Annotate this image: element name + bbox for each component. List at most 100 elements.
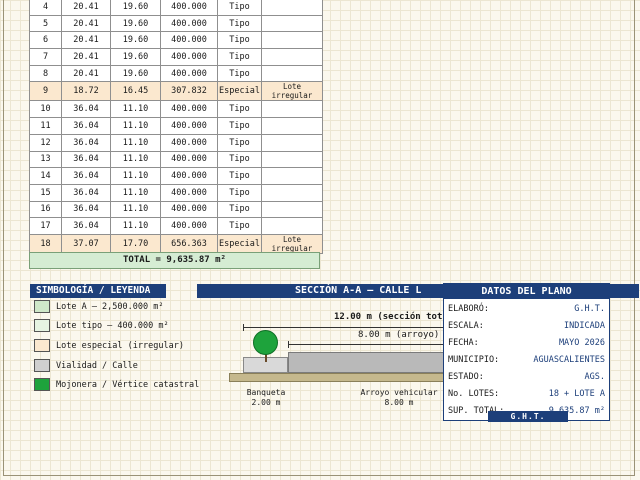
row-value: AGS.	[584, 372, 605, 382]
lot-area: 400.000	[160, 150, 218, 169]
lot-type: Tipo	[217, 183, 262, 202]
lot-notes: Lote irregular	[261, 233, 323, 254]
lot-notes	[261, 117, 323, 135]
table-row: 10 36.04 11.10 400.000 Tipo	[29, 100, 323, 119]
lot-type: Tipo	[217, 167, 262, 185]
legend-label: Lote especial (irregular)	[56, 341, 184, 351]
plan-data-row: ESCALA: INDICADA	[444, 318, 609, 335]
arroyo-label: Arroyo vehicular	[360, 388, 438, 397]
lot-number: 9	[29, 81, 62, 102]
legend-swatch	[34, 319, 50, 332]
table-row: 4 20.41 19.60 400.000 Tipo	[29, 0, 323, 16]
banqueta-caption: Banqueta 2.00 m	[240, 388, 292, 408]
row-key: ESTADO:	[448, 372, 484, 382]
lots-table: 4 20.41 19.60 400.000 Tipo 5 20.41 19.60 400.000…	[29, 0, 323, 254]
lot-front: 20.41	[61, 14, 111, 33]
legend-swatch	[34, 339, 50, 352]
lot-type: Tipo	[217, 0, 262, 16]
lot-notes	[261, 150, 323, 169]
lot-front: 18.72	[61, 81, 111, 102]
row-value: MAYO 2026	[558, 338, 605, 348]
row-key: MUNICIPIO:	[448, 355, 500, 365]
plan-data-row: ELABORÓ: G.H.T.	[444, 301, 609, 318]
lot-depth: 11.10	[110, 217, 161, 235]
arroyo-caption: Arroyo vehicular 8.00 m	[358, 388, 440, 408]
row-value: INDICADA	[564, 321, 605, 331]
lot-number: 12	[29, 133, 62, 152]
table-row: 16 36.04 11.10 400.000 Tipo	[29, 200, 323, 219]
lot-type: Tipo	[217, 64, 262, 83]
lot-area: 400.000	[160, 14, 218, 33]
lot-area: 400.000	[160, 217, 218, 235]
lot-depth: 11.10	[110, 100, 161, 119]
lot-front: 36.04	[61, 100, 111, 119]
lot-front: 36.04	[61, 167, 111, 185]
table-row: 11 36.04 11.10 400.000 Tipo	[29, 117, 323, 135]
lot-number: 8	[29, 64, 62, 83]
row-value: G.H.T.	[574, 304, 605, 314]
section-title-text: SECCIÓN A-A — CALLE L	[295, 285, 422, 296]
lot-type: Tipo	[217, 117, 262, 135]
table-row: 7 20.41 19.60 400.000 Tipo	[29, 48, 323, 66]
lot-area: 400.000	[160, 0, 218, 16]
tree-icon	[253, 330, 278, 355]
legend-label: Lote A — 2,500.000 m²	[56, 302, 164, 312]
lot-area: 307.832	[160, 81, 218, 102]
lot-number: 18	[29, 233, 62, 254]
road	[288, 352, 448, 373]
plan-data-row: ESTADO: AGS.	[444, 369, 609, 386]
lot-area: 400.000	[160, 117, 218, 135]
lot-number: 4	[29, 0, 62, 16]
lot-front: 36.04	[61, 183, 111, 202]
lot-type: Tipo	[217, 100, 262, 119]
plan-data-title: DATOS DEL PLANO	[444, 284, 609, 299]
lot-notes	[261, 200, 323, 219]
section-total-dim: 12.00 m (sección tot	[334, 312, 443, 322]
lot-notes: Lote irregular	[261, 81, 323, 102]
lot-depth: 19.60	[110, 0, 161, 16]
lot-type: Especial	[217, 81, 262, 102]
arroyo-value: 8.00 m	[384, 398, 414, 407]
table-row: 12 36.04 11.10 400.000 Tipo	[29, 133, 323, 152]
lot-notes	[261, 0, 323, 16]
lot-area: 656.363	[160, 233, 218, 254]
row-key: ELABORÓ:	[448, 304, 489, 314]
lot-notes	[261, 48, 323, 66]
lot-area: 400.000	[160, 100, 218, 119]
lot-type: Tipo	[217, 31, 262, 50]
table-row: 18 37.07 17.70 656.363 Especial Lote irregula…	[29, 233, 323, 254]
total-row: TOTAL = 9,635.87 m²	[29, 252, 320, 269]
lot-depth: 11.10	[110, 117, 161, 135]
lot-front: 36.04	[61, 200, 111, 219]
lot-number: 5	[29, 14, 62, 33]
lot-number: 17	[29, 217, 62, 235]
lot-front: 37.07	[61, 233, 111, 254]
table-row: 9 18.72 16.45 307.832 Especial Lote irregular	[29, 81, 323, 102]
lot-area: 400.000	[160, 48, 218, 66]
tree-trunk	[265, 354, 267, 362]
lot-number: 13	[29, 150, 62, 169]
row-key: No. LOTES:	[448, 389, 500, 399]
lot-type: Tipo	[217, 14, 262, 33]
lot-depth: 19.60	[110, 64, 161, 83]
lot-notes	[261, 167, 323, 185]
lot-type: Especial	[217, 233, 262, 254]
lot-area: 400.000	[160, 31, 218, 50]
lot-depth: 11.10	[110, 150, 161, 169]
section-arroyo-dim: 8.00 m (arroyo)	[358, 330, 440, 340]
lot-depth: 11.10	[110, 133, 161, 152]
row-value: AGUASCALIENTES	[533, 355, 605, 365]
lot-front: 20.41	[61, 48, 111, 66]
table-row: 5 20.41 19.60 400.000 Tipo	[29, 14, 323, 33]
lot-number: 10	[29, 100, 62, 119]
lot-depth: 19.60	[110, 31, 161, 50]
legend-label: Lote tipo — 400.000 m²	[56, 321, 169, 331]
lot-front: 20.41	[61, 0, 111, 16]
lot-notes	[261, 183, 323, 202]
lot-area: 400.000	[160, 183, 218, 202]
lot-area: 400.000	[160, 167, 218, 185]
lot-notes	[261, 14, 323, 33]
arroyo-dim-line	[288, 344, 448, 345]
lot-type: Tipo	[217, 217, 262, 235]
lot-number: 6	[29, 31, 62, 50]
